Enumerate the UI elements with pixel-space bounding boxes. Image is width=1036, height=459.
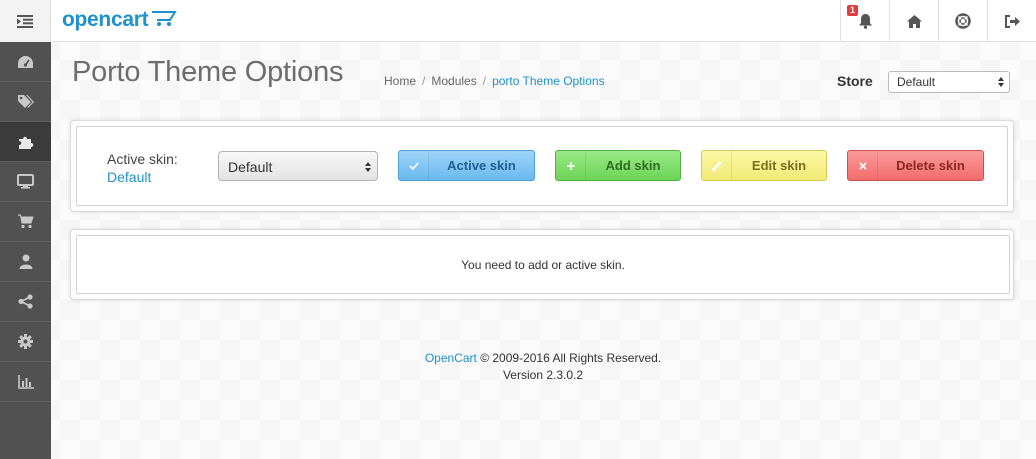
empty-skin-message: You need to add or active skin. bbox=[461, 258, 625, 272]
sidebar-item-reports[interactable] bbox=[0, 362, 51, 402]
cart-logo-icon bbox=[152, 11, 178, 26]
add-skin-button[interactable]: Add skin bbox=[555, 150, 681, 181]
sign-out-icon bbox=[1004, 14, 1020, 28]
plus-icon bbox=[556, 151, 586, 180]
share-icon bbox=[18, 294, 33, 309]
menu-indent-icon bbox=[17, 14, 33, 28]
shopping-cart-icon bbox=[18, 214, 34, 229]
delete-skin-button[interactable]: Delete skin bbox=[847, 150, 984, 181]
sidebar-item-catalog[interactable] bbox=[0, 82, 51, 122]
support-button[interactable] bbox=[938, 0, 987, 42]
dashboard-icon bbox=[18, 55, 33, 68]
delete-skin-button-label: Delete skin bbox=[896, 158, 965, 173]
footer-opencart-link[interactable]: OpenCart bbox=[425, 351, 477, 365]
sidebar-item-extensions[interactable] bbox=[0, 122, 51, 162]
sidebar bbox=[0, 42, 51, 459]
menu-toggle-button[interactable] bbox=[0, 0, 51, 42]
life-ring-icon bbox=[955, 13, 971, 29]
store-label: Store bbox=[837, 73, 873, 89]
page-title: Porto Theme Options bbox=[72, 56, 344, 88]
breadcrumb: Home / Modules / porto Theme Options bbox=[384, 74, 605, 88]
active-skin-button[interactable]: Active skin bbox=[398, 150, 535, 181]
bar-chart-icon bbox=[17, 374, 34, 389]
puzzle-icon bbox=[18, 136, 33, 149]
notification-badge: 1 bbox=[847, 5, 859, 16]
breadcrumb-modules[interactable]: Modules bbox=[431, 74, 476, 88]
sidebar-item-system[interactable] bbox=[0, 322, 51, 362]
store-select[interactable]: Default bbox=[888, 71, 1010, 93]
select-arrows-icon bbox=[998, 77, 1004, 87]
close-icon bbox=[848, 151, 878, 180]
active-skin-label: Active skin: bbox=[107, 151, 178, 167]
home-button[interactable] bbox=[889, 0, 938, 42]
edit-skin-button[interactable]: Edit skin bbox=[701, 150, 827, 181]
user-icon bbox=[19, 254, 32, 269]
check-icon bbox=[399, 151, 429, 180]
sidebar-item-design[interactable] bbox=[0, 162, 51, 202]
select-arrows-icon bbox=[365, 162, 371, 172]
footer-copyright: © 2009-2016 All Rights Reserved. bbox=[480, 351, 662, 365]
sidebar-item-marketing[interactable] bbox=[0, 282, 51, 322]
skin-select-value: Default bbox=[228, 159, 273, 175]
breadcrumb-separator: / bbox=[482, 74, 487, 88]
cog-icon bbox=[18, 334, 33, 349]
sidebar-item-customers[interactable] bbox=[0, 242, 51, 282]
breadcrumb-separator: / bbox=[422, 74, 426, 88]
pencil-icon bbox=[702, 151, 732, 180]
breadcrumb-current[interactable]: porto Theme Options bbox=[492, 74, 605, 88]
sidebar-item-sales[interactable] bbox=[0, 202, 51, 242]
active-skin-button-label: Active skin bbox=[447, 158, 516, 173]
notifications-button[interactable]: 1 bbox=[840, 0, 889, 42]
logo-text: opencart bbox=[62, 8, 149, 31]
breadcrumb-home[interactable]: Home bbox=[384, 74, 416, 88]
top-header: opencart 1 bbox=[0, 0, 1036, 42]
desktop-icon bbox=[17, 174, 34, 189]
add-skin-button-label: Add skin bbox=[605, 158, 661, 173]
logout-button[interactable] bbox=[987, 0, 1036, 42]
active-skin-value[interactable]: Default bbox=[107, 169, 151, 185]
store-select-value: Default bbox=[897, 75, 936, 89]
footer: OpenCart © 2009-2016 All Rights Reserved… bbox=[300, 350, 786, 384]
footer-version: Version 2.3.0.2 bbox=[502, 368, 584, 382]
tags-icon bbox=[18, 95, 34, 108]
edit-skin-button-label: Edit skin bbox=[751, 158, 807, 173]
home-icon bbox=[906, 14, 922, 28]
sidebar-item-dashboard[interactable] bbox=[0, 42, 51, 82]
opencart-logo[interactable]: opencart bbox=[62, 6, 178, 34]
bell-icon bbox=[858, 14, 872, 29]
skin-select[interactable]: Default bbox=[218, 151, 378, 181]
